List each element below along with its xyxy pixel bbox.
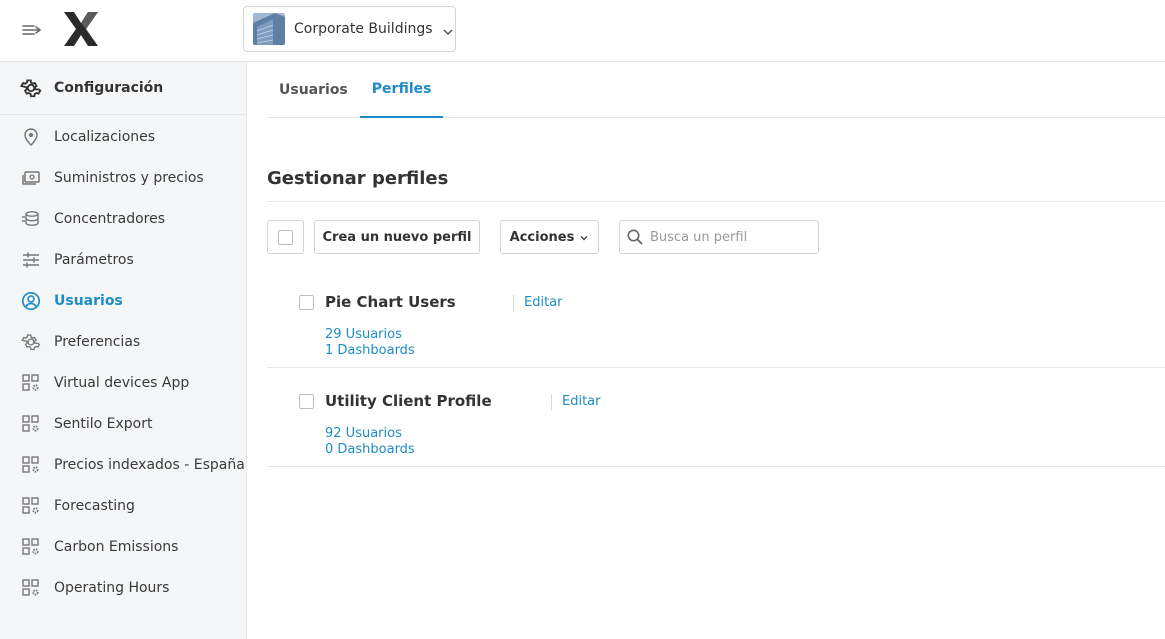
sidebar-item-label: Concentradores [54,210,166,227]
profile-name: Pie Chart Users [325,293,456,311]
sidebar-item-label: Forecasting [54,497,135,514]
search-input[interactable] [650,229,815,245]
profile-checkbox[interactable] [299,394,314,409]
sidebar-item-label: Virtual devices App [54,374,190,391]
building-thumbnail-icon [253,13,285,45]
sidebar-item-label: Operating Hours [54,579,170,596]
menu-toggle-icon[interactable] [21,20,43,40]
app-grid-gear-icon [21,455,41,475]
profile-name: Utility Client Profile [325,392,492,410]
sidebar-item-label: Parámetros [54,251,134,268]
profile-row: Pie Chart Users Editar 29 Usuarios 1 Das… [267,269,1165,368]
sidebar-item-usuarios[interactable]: Usuarios [0,280,246,321]
app-grid-gear-icon [21,373,41,393]
logo-icon[interactable] [62,12,100,46]
sidebar-item-label: Preferencias [54,333,141,350]
sliders-icon [21,250,41,270]
tab-perfiles[interactable]: Perfiles [359,62,444,118]
user-circle-icon [21,291,41,311]
search-icon [626,228,644,246]
sidebar-item-precios-indexados[interactable]: Precios indexados - España [0,444,246,485]
sidebar-item-preferencias[interactable]: Preferencias [0,321,246,362]
create-profile-button[interactable]: Crea un nuevo perfil [314,220,480,254]
app-grid-gear-icon [21,537,41,557]
sidebar-item-virtual-devices[interactable]: Virtual devices App [0,362,246,403]
sidebar-header: Configuración [0,62,246,115]
actions-label: Acciones [509,229,575,245]
sidebar-item-sentilo-export[interactable]: Sentilo Export [0,403,246,444]
profile-dashboards-link[interactable]: 0 Dashboards [325,442,415,457]
top-bar: Corporate Buildings [0,0,1165,62]
profile-users-link[interactable]: 29 Usuarios [325,327,402,342]
gear-icon [21,332,41,352]
chevron-down-icon [579,232,589,242]
sidebar-title: Configuración [54,80,164,96]
divider [267,201,1165,202]
tab-usuarios[interactable]: Usuarios [267,62,360,118]
checkbox-box [278,229,293,245]
building-name: Corporate Buildings [294,21,433,37]
money-icon [21,168,41,188]
sidebar: Configuración Localizaciones Suministros… [0,62,247,639]
sidebar-item-label: Precios indexados - España [54,456,245,473]
profile-dashboards-link[interactable]: 1 Dashboards [325,343,415,358]
main-content: Usuarios Perfiles Gestionar perfiles Cre… [247,62,1165,639]
sidebar-item-localizaciones[interactable]: Localizaciones [0,116,246,157]
sidebar-menu: Localizaciones Suministros y precios Con… [0,116,246,608]
building-selector[interactable]: Corporate Buildings [243,6,456,52]
chevron-down-icon [442,23,454,36]
profile-checkbox[interactable] [299,295,314,310]
toolbar: Crea un nuevo perfil Acciones [267,220,1165,254]
sidebar-item-label: Usuarios [54,292,123,309]
database-icon [21,209,41,229]
sidebar-item-operating-hours[interactable]: Operating Hours [0,567,246,608]
gear-icon [19,77,42,99]
sidebar-item-carbon-emissions[interactable]: Carbon Emissions [0,526,246,567]
map-pin-icon [21,127,41,147]
page-title: Gestionar perfiles [267,168,449,189]
sidebar-item-label: Carbon Emissions [54,538,179,555]
app-grid-gear-icon [21,496,41,516]
app-grid-gear-icon [21,578,41,598]
sidebar-item-label: Sentilo Export [54,415,153,432]
edit-profile-link[interactable]: Editar [551,394,601,410]
sidebar-item-label: Suministros y precios [54,169,204,186]
sidebar-item-label: Localizaciones [54,128,156,145]
profile-row: Utility Client Profile Editar 92 Usuario… [267,368,1165,467]
sidebar-item-concentradores[interactable]: Concentradores [0,198,246,239]
select-all-checkbox[interactable] [267,220,304,254]
sidebar-item-suministros[interactable]: Suministros y precios [0,157,246,198]
tab-bar: Usuarios Perfiles [267,62,1165,118]
edit-profile-link[interactable]: Editar [513,295,563,311]
app-grid-gear-icon [21,414,41,434]
sidebar-item-forecasting[interactable]: Forecasting [0,485,246,526]
actions-dropdown[interactable]: Acciones [500,220,599,254]
profile-users-link[interactable]: 92 Usuarios [325,426,402,441]
search-box [619,220,819,254]
sidebar-item-parametros[interactable]: Parámetros [0,239,246,280]
